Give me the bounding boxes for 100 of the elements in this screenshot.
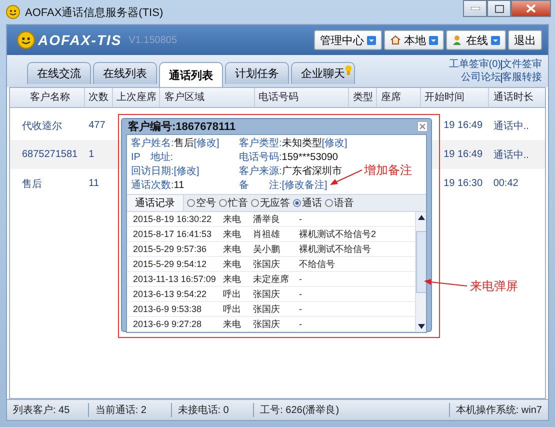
field-label: 回访日期: [131, 164, 174, 178]
record-direction: 来电 [223, 318, 242, 330]
edit-link[interactable]: [修改备注] [282, 178, 328, 192]
radio-button[interactable] [325, 199, 333, 207]
table-cell-text: 通话中.. [492, 120, 530, 132]
minimize-icon [470, 7, 480, 10]
table-cell: 19 16:49 [444, 120, 483, 131]
record-direction: 呼出 [223, 302, 242, 316]
record-time: 2015-5-29 9:54:12 [133, 259, 208, 269]
dropdown-icon [429, 36, 438, 44]
record-direction: 来电 [223, 258, 242, 270]
tab[interactable]: 在线交流 [27, 62, 91, 84]
record-agent: 潘举良 [253, 212, 281, 226]
record-agent: 张国庆 [253, 318, 281, 330]
record-agent: 张国庆 [253, 258, 281, 270]
table-cell: 19 16:49 [444, 149, 483, 160]
edit-link[interactable]: [修改] [194, 136, 220, 150]
header-link[interactable]: 文件签审 [502, 58, 542, 71]
scroll-down-icon[interactable] [418, 324, 424, 329]
table-cell-text: 代收逵尔 [21, 120, 63, 132]
radio-label: 空号 [196, 196, 216, 210]
field-label: 客户姓名: [131, 136, 174, 150]
record-direction: 来电 [223, 242, 242, 256]
field-label: 备 注: [239, 178, 282, 192]
field-label: 通话次数: [131, 178, 174, 192]
status-item: 本机操作系统: win7 [454, 404, 543, 417]
smiley-icon [17, 31, 35, 49]
record-time: 2013-11-13 16:57:09 [133, 274, 217, 284]
close-icon [526, 4, 536, 13]
tab[interactable]: 通话列表 [159, 62, 223, 87]
column-header[interactable]: 通话时长 [488, 88, 545, 107]
header-button[interactable]: 本地 [384, 30, 444, 50]
table-cell-text: 通话中.. [492, 148, 530, 162]
radio-label: 通话 [302, 196, 322, 210]
status-item: 未接电话: 0 [172, 403, 254, 417]
record-agent: 未定座席 [253, 272, 290, 286]
tab[interactable]: 在线列表 [93, 62, 157, 84]
person-icon [452, 34, 463, 46]
record-note: 裸机测试不给信号2 [299, 228, 378, 240]
record-time: 2013-6-13 9:54:22 [133, 289, 208, 299]
close-button[interactable] [511, 0, 551, 17]
scroll-up-icon[interactable] [418, 215, 424, 220]
edit-link[interactable]: [修改] [174, 164, 200, 178]
column-header[interactable]: 类型 [348, 88, 376, 107]
record-direction: 呼出 [223, 288, 242, 300]
radio-button[interactable] [293, 199, 301, 207]
column-header[interactable]: 座席 [376, 88, 420, 107]
header-link[interactable]: 工单签审(0) [448, 58, 501, 71]
table-cell-text: 6875271581 [21, 149, 79, 160]
field-label: 客户类型: [239, 136, 282, 150]
column-header[interactable]: 客户名称 [10, 88, 84, 107]
dropdown-icon [491, 36, 500, 44]
maximize-button[interactable] [487, 0, 511, 17]
record-agent: 肖祖雄 [253, 228, 281, 240]
radio-button[interactable] [187, 199, 195, 207]
header-button[interactable]: 退出 [508, 30, 542, 50]
field-value: 11 [174, 180, 184, 190]
column-header[interactable]: 开始时间 [420, 88, 488, 107]
radio-label: 忙音 [228, 196, 248, 210]
tab[interactable]: 通话记录 [127, 195, 184, 211]
record-direction: 来电 [223, 272, 242, 286]
column-header[interactable]: 客户区域 [159, 88, 254, 107]
record-note: - [299, 274, 303, 284]
table-cell-text: 11 [88, 178, 100, 189]
house-icon [390, 35, 401, 45]
table-cell-text: 1 [88, 149, 96, 160]
dropdown-icon [367, 36, 376, 44]
header-button[interactable]: 管理中心 [314, 30, 382, 50]
radio-button[interactable] [219, 199, 227, 207]
scrollbar[interactable] [415, 212, 426, 332]
field-label: 客户来源: [239, 164, 282, 178]
field-value: 售后 [174, 136, 194, 150]
tab[interactable]: 计划任务 [225, 62, 289, 84]
header-link[interactable]: 客服转接 [502, 71, 542, 84]
field-value: 未知类型 [282, 136, 322, 150]
table-cell-text: 477 [88, 120, 106, 131]
field-label: 电话号码: [239, 150, 282, 164]
radio-button[interactable] [251, 199, 259, 207]
edit-link[interactable]: [修改] [322, 136, 348, 150]
tab[interactable]: 企业聊天 [291, 62, 355, 84]
record-time: 2015-5-29 9:57:36 [133, 244, 208, 254]
column-header[interactable]: 电话号码 [254, 88, 348, 107]
annotation-label: 增加备注 [364, 162, 412, 179]
radio-label: 语音 [334, 196, 354, 210]
record-note: 裸机测试不给信号 [299, 242, 372, 256]
record-time: 2015-8-19 16:30:22 [133, 214, 213, 224]
minimize-button[interactable] [463, 0, 487, 17]
record-note: - [299, 214, 303, 224]
close-icon [419, 123, 426, 130]
annotation-arrow [424, 279, 468, 286]
record-time: 2013-6-9 9:27:28 [133, 319, 203, 329]
close-button[interactable] [417, 121, 428, 132]
column-header[interactable]: 上次座席 [112, 88, 160, 107]
annotation-label: 来电弹屏 [470, 278, 518, 295]
header-link[interactable]: 公司论坛 [461, 71, 501, 84]
column-header[interactable]: 次数 [84, 88, 112, 107]
record-agent: 吴小鹏 [253, 242, 281, 256]
header-button[interactable]: 在线 [446, 30, 506, 50]
window-title: AOFAX通话信息服务器(TIS) [25, 6, 164, 20]
radio-label: 无应答 [260, 196, 290, 210]
